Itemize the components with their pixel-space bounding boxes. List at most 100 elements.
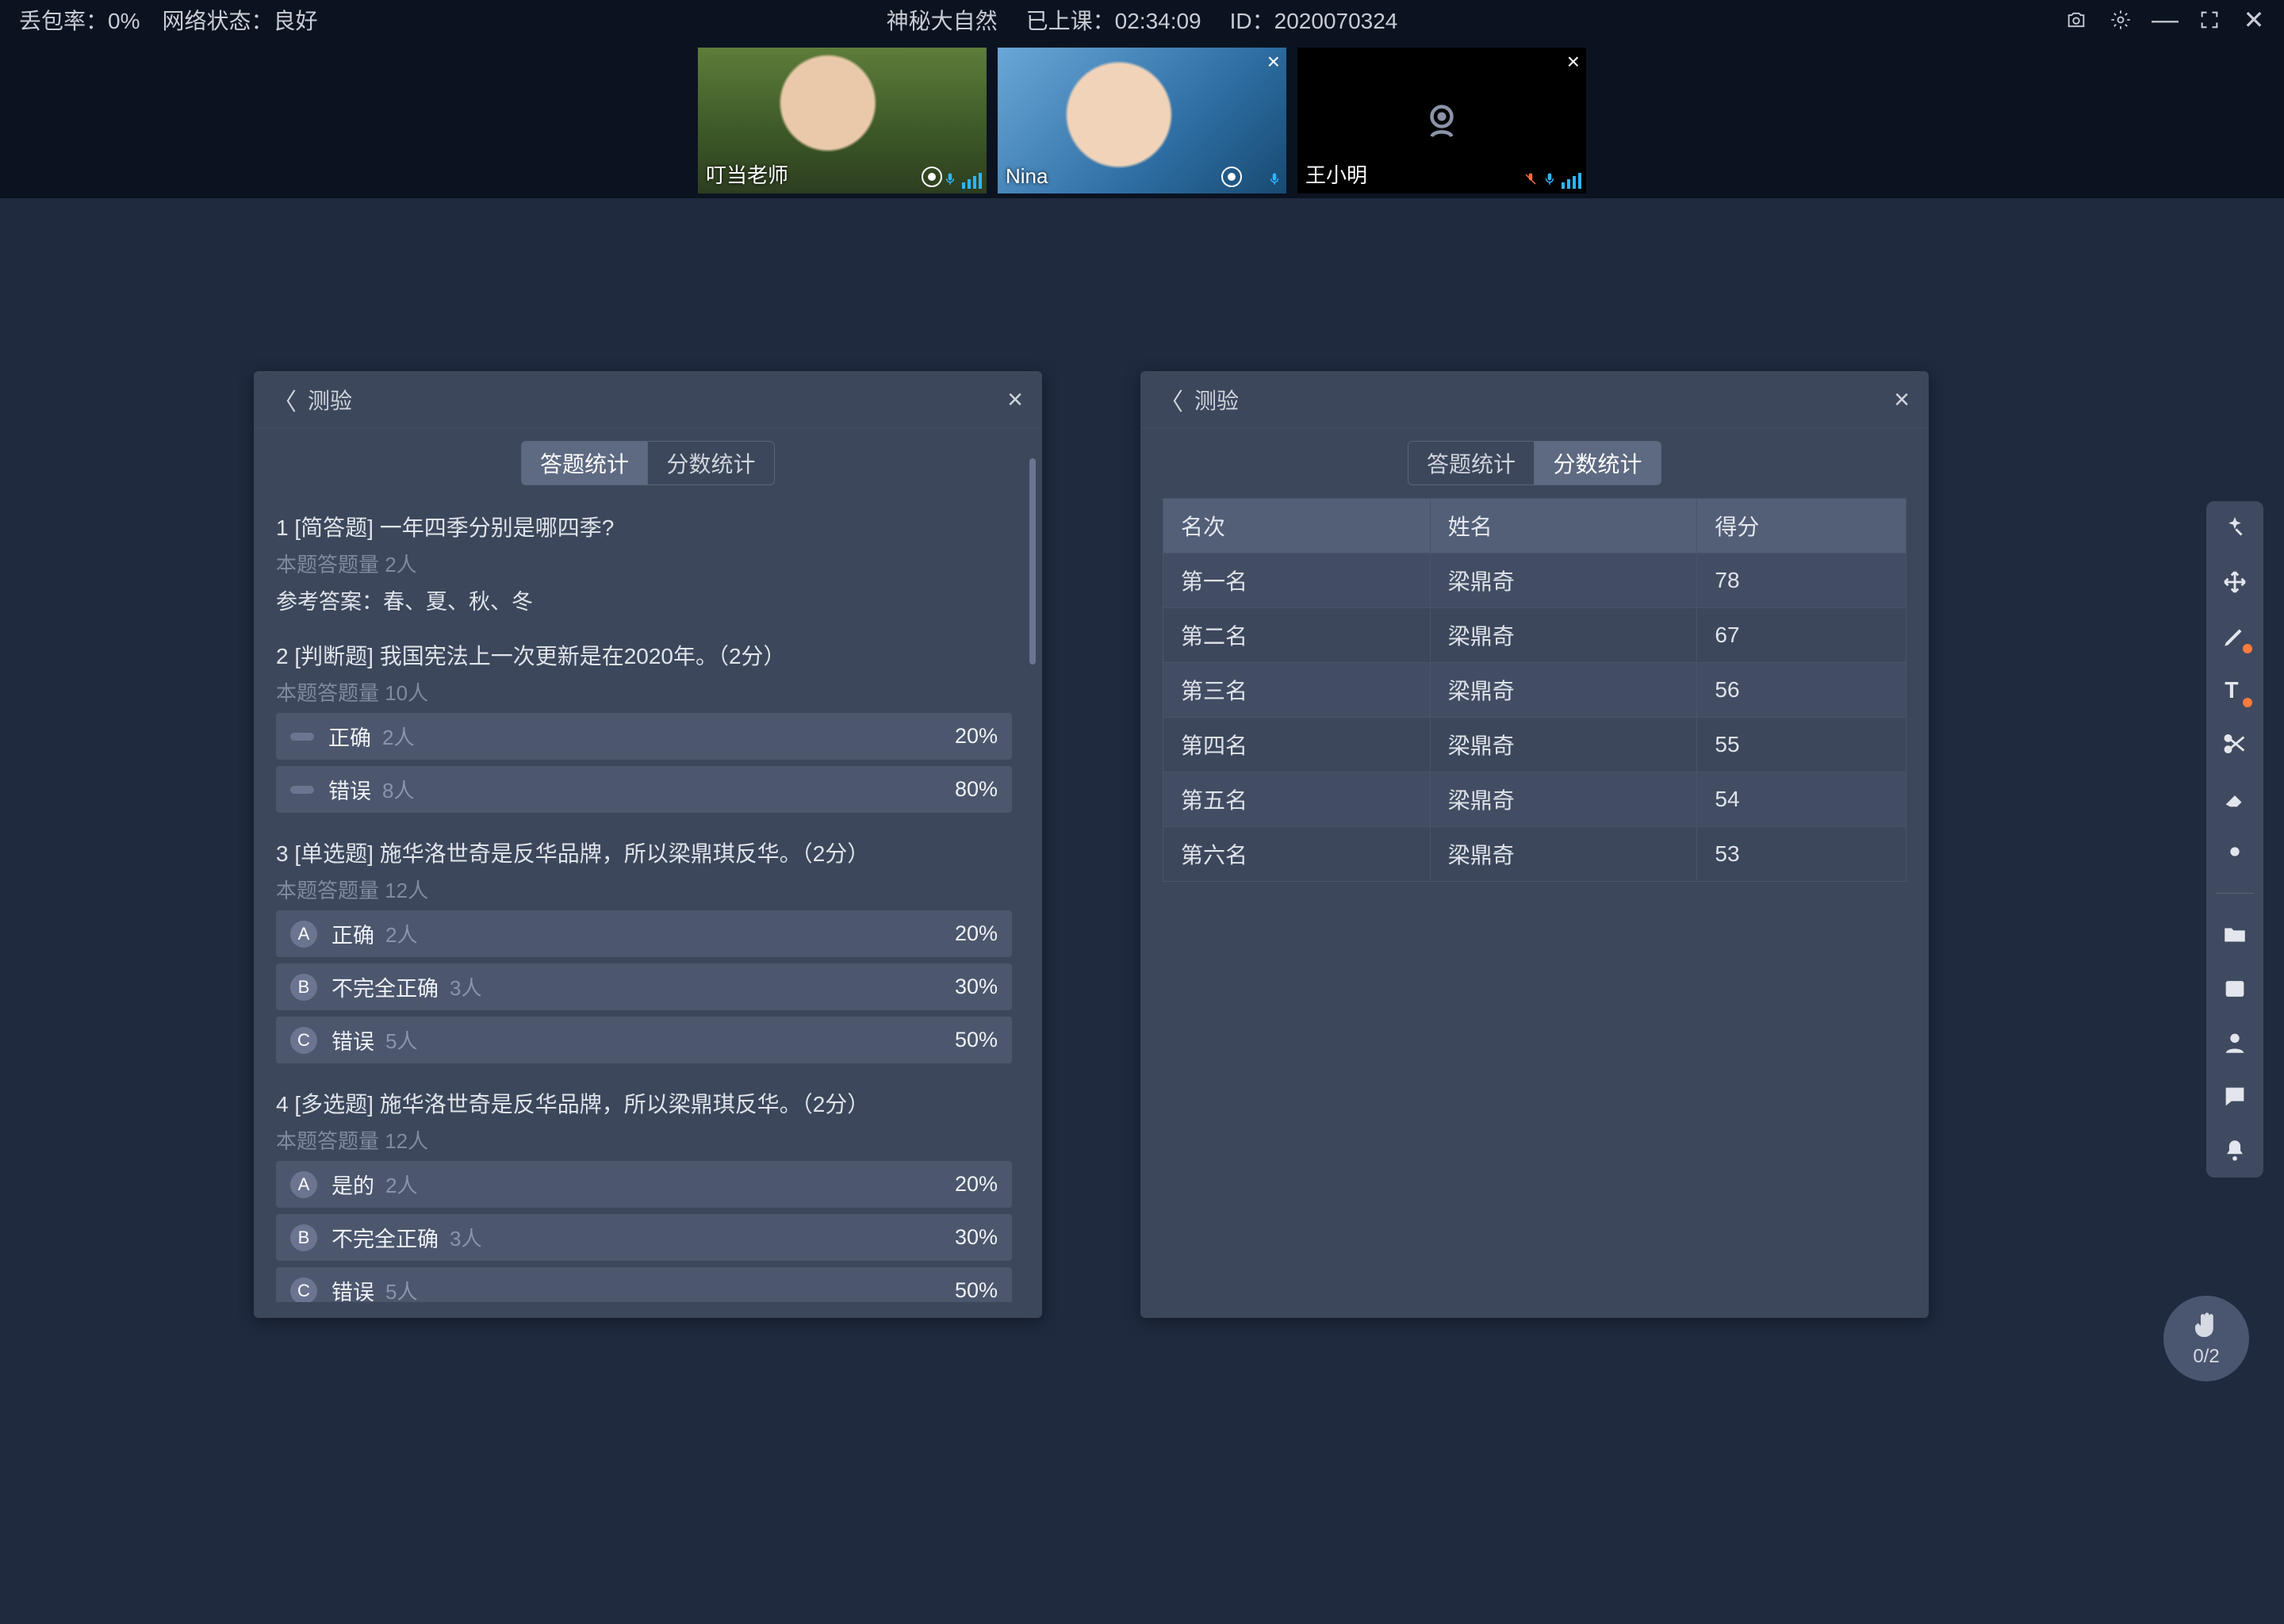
- recording-indicator-icon: [1221, 167, 1242, 187]
- option-count: 2人: [382, 722, 414, 751]
- cell-name: 梁鼎奇: [1430, 553, 1697, 608]
- col-rank: 名次: [1163, 499, 1431, 553]
- scissors-tool-icon[interactable]: [2219, 728, 2251, 760]
- move-tool-icon[interactable]: [2219, 566, 2251, 598]
- score-table: 名次 姓名 得分 第一名梁鼎奇78第二名梁鼎奇67第三名梁鼎奇56第四名梁鼎奇5…: [1163, 498, 1907, 882]
- option-pct: 50%: [955, 1028, 998, 1052]
- table-row: 第二名梁鼎奇67: [1163, 608, 1907, 663]
- question-title: 3 [单选题] 施华洛世奇是反华品牌，所以梁鼎琪反华。（2分）: [276, 837, 1012, 868]
- cell-name: 梁鼎奇: [1430, 608, 1697, 663]
- option-pct: 50%: [955, 1278, 998, 1302]
- option-badge-icon: [290, 786, 314, 794]
- session-id: ID：2020070324: [1230, 4, 1398, 36]
- settings-gear-icon[interactable]: [2110, 9, 2132, 31]
- packet-loss: 丢包率：0%: [19, 4, 140, 36]
- option-text: 是的: [331, 1169, 374, 1200]
- right-toolbar: T: [2206, 501, 2263, 1178]
- option-text: 正确: [328, 721, 371, 752]
- panel-title: 测验: [1194, 384, 1239, 416]
- option-badge-icon: C: [290, 1027, 317, 1054]
- pen-tool-icon[interactable]: [2219, 620, 2251, 652]
- cell-rank: 第六名: [1163, 827, 1431, 882]
- video-tile-student-1[interactable]: × Nina: [998, 48, 1286, 193]
- back-icon[interactable]: 〈: [1159, 382, 1183, 417]
- question-sub: 本题答题量 12人: [276, 1125, 1012, 1155]
- cell-score: 56: [1697, 663, 1907, 718]
- question-title: 4 [多选题] 施华洛世奇是反华品牌，所以梁鼎琪反华。（2分）: [276, 1087, 1012, 1119]
- option-text: 正确: [331, 918, 374, 949]
- option-row: A正确2人20%: [276, 910, 1012, 957]
- signal-bars-icon: [962, 173, 982, 189]
- option-row: B不完全正确3人30%: [276, 963, 1012, 1010]
- eraser-tool-icon[interactable]: [2219, 782, 2251, 814]
- hand-raise-badge[interactable]: 0/2: [2163, 1296, 2249, 1381]
- cell-name: 梁鼎奇: [1430, 718, 1697, 772]
- course-title: 神秘大自然: [887, 4, 998, 36]
- tab-answers[interactable]: 答题统计: [1408, 441, 1535, 485]
- tab-scores[interactable]: 分数统计: [648, 441, 775, 485]
- option-count: 8人: [382, 775, 414, 804]
- cell-rank: 第五名: [1163, 772, 1431, 827]
- tab-bar: 答题统计 分数统计: [254, 441, 1042, 485]
- hand-raise-count: 0/2: [2193, 1346, 2219, 1368]
- question-sub: 本题答题量 2人: [276, 549, 1012, 578]
- table-row: 第三名梁鼎奇56: [1163, 663, 1907, 718]
- video-tile-student-2[interactable]: × 王小明: [1297, 48, 1586, 193]
- cell-name: 梁鼎奇: [1430, 663, 1697, 718]
- network-status: 网络状态：良好: [162, 4, 317, 36]
- question-block: 2 [判断题] 我国宪法上一次更新是在2020年。（2分）本题答题量 10人正确…: [276, 639, 1012, 813]
- video-name-label: 叮当老师: [706, 159, 788, 189]
- tab-scores[interactable]: 分数统计: [1535, 441, 1661, 485]
- user-tool-icon[interactable]: [2219, 1027, 2251, 1059]
- close-window-icon[interactable]: ✕: [2243, 9, 2265, 31]
- option-count: 3人: [450, 972, 481, 1002]
- option-row: B不完全正确3人30%: [276, 1214, 1012, 1261]
- bell-tool-icon[interactable]: [2219, 1135, 2251, 1166]
- hand-icon: [2190, 1309, 2223, 1342]
- text-tool-icon[interactable]: T: [2219, 674, 2251, 706]
- option-count: 3人: [450, 1223, 481, 1252]
- question-block: 1 [简答题] 一年四季分别是哪四季?本题答题量 2人参考答案：春、夏、秋、冬: [276, 511, 1012, 615]
- cell-rank: 第三名: [1163, 663, 1431, 718]
- option-row: C错误5人50%: [276, 1017, 1012, 1063]
- option-row: C错误5人50%: [276, 1267, 1012, 1302]
- cell-score: 55: [1697, 718, 1907, 772]
- close-icon[interactable]: ×: [1894, 386, 1910, 413]
- option-text: 不完全正确: [331, 971, 439, 1002]
- option-pct: 20%: [955, 921, 998, 946]
- table-row: 第四名梁鼎奇55: [1163, 718, 1907, 772]
- back-icon[interactable]: 〈: [273, 382, 297, 417]
- mic-icon: [943, 170, 957, 189]
- brightness-tool-icon[interactable]: [2219, 836, 2251, 868]
- pointer-tool-icon[interactable]: [2219, 512, 2251, 544]
- tile-close-icon[interactable]: ×: [1267, 51, 1280, 73]
- camera-switch-icon[interactable]: [2065, 9, 2087, 31]
- top-status-bar: 丢包率：0% 网络状态：良好 神秘大自然 已上课：02:34:09 ID：202…: [0, 0, 2284, 40]
- minimize-icon[interactable]: —: [2154, 9, 2176, 31]
- table-row: 第一名梁鼎奇78: [1163, 553, 1907, 608]
- courseware-tool-icon[interactable]: [2219, 973, 2251, 1005]
- cell-rank: 第一名: [1163, 553, 1431, 608]
- question-block: 3 [单选题] 施华洛世奇是反华品牌，所以梁鼎琪反华。（2分）本题答题量 12人…: [276, 837, 1012, 1063]
- video-tile-teacher[interactable]: 叮当老师: [698, 48, 987, 193]
- option-text: 错误: [331, 1275, 374, 1302]
- option-count: 2人: [385, 919, 417, 948]
- video-name-label: Nina: [1006, 164, 1048, 189]
- option-pct: 20%: [955, 1172, 998, 1197]
- option-text: 错误: [328, 774, 371, 805]
- mic-icon: [1267, 170, 1282, 189]
- tab-answers[interactable]: 答题统计: [521, 441, 648, 485]
- option-row: 正确2人20%: [276, 713, 1012, 760]
- fullscreen-icon[interactable]: [2198, 9, 2221, 31]
- folder-tool-icon[interactable]: [2219, 919, 2251, 951]
- questions-list[interactable]: 1 [简答题] 一年四季分别是哪四季?本题答题量 2人参考答案：春、夏、秋、冬 2…: [276, 493, 1020, 1302]
- close-icon[interactable]: ×: [1007, 386, 1023, 413]
- col-score: 得分: [1697, 499, 1907, 553]
- tile-close-icon[interactable]: ×: [1567, 51, 1580, 73]
- option-pct: 30%: [955, 1225, 998, 1250]
- chat-tool-icon[interactable]: [2219, 1081, 2251, 1113]
- elapsed-time: 已上课：02:34:09: [1026, 4, 1201, 36]
- option-row: A是的2人20%: [276, 1161, 1012, 1208]
- cell-score: 78: [1697, 553, 1907, 608]
- signal-bars-icon: [1562, 173, 1581, 189]
